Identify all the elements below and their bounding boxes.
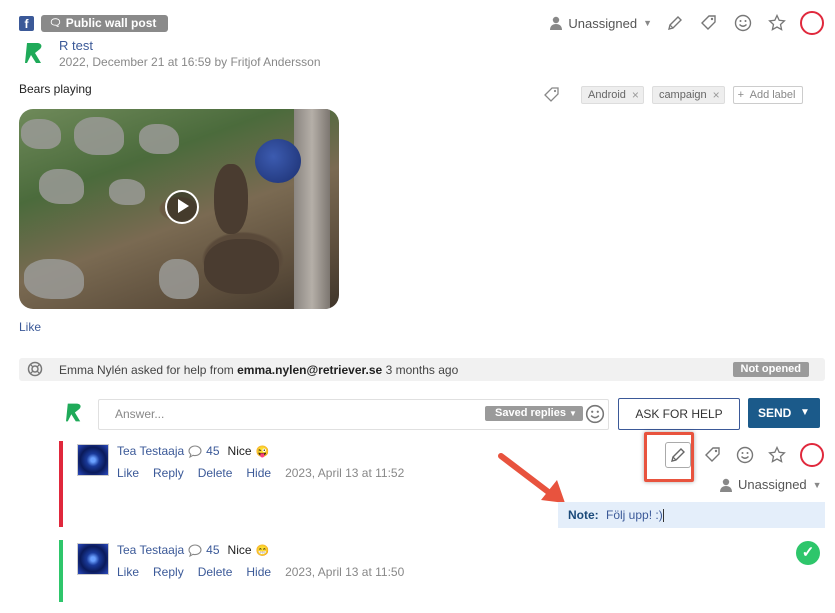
answer-input[interactable]: Answer... Saved replies ▼	[98, 399, 609, 430]
star-icon[interactable]	[768, 446, 786, 464]
caret-down-icon: ▼	[812, 479, 822, 490]
send-button[interactable]: SEND ▼	[748, 398, 820, 428]
page-name[interactable]: R test	[59, 38, 93, 53]
post-type-badge: 🗨 Public wall post	[41, 15, 169, 32]
status-circle-icon[interactable]	[800, 11, 824, 35]
comment-author[interactable]: Tea Testaaja	[117, 543, 184, 557]
comment-assignee-dropdown[interactable]: Unassigned ▼	[720, 477, 822, 492]
comment-time: 2023, April 13 at 11:50	[285, 565, 405, 579]
like-link[interactable]: Like	[117, 565, 139, 579]
user-icon	[720, 478, 732, 492]
comment-actions: Like Reply Delete Hide 2023, April 13 at 11:…	[117, 466, 404, 480]
tag-icon[interactable]	[704, 446, 722, 464]
avatar[interactable]	[77, 444, 109, 476]
comment-count: 45	[206, 444, 220, 458]
saved-replies-dropdown[interactable]: Saved replies ▼	[485, 406, 583, 421]
comment-toolbar	[704, 443, 824, 467]
help-status-badge: Not opened	[732, 362, 809, 377]
scene-bear	[204, 239, 279, 294]
emoji-icon: 😜	[255, 445, 270, 458]
lifebuoy-icon	[27, 361, 43, 377]
star-icon[interactable]	[766, 12, 788, 34]
ask-for-help-button[interactable]: ASK FOR HELP	[618, 398, 740, 430]
facebook-icon: f	[19, 16, 34, 31]
user-icon	[550, 16, 563, 30]
edit-icon[interactable]	[664, 12, 686, 34]
comment-count-icon	[188, 543, 202, 557]
smiley-icon[interactable]	[732, 12, 754, 34]
plus-icon: +	[737, 89, 745, 101]
tag-icon	[544, 87, 559, 102]
scene-rock	[24, 259, 84, 299]
help-request-text: Emma Nylén asked for help from emma.nyle…	[59, 363, 459, 377]
add-label-button[interactable]: + Add label	[732, 86, 804, 104]
retriever-logo-icon	[25, 43, 42, 63]
label-chip[interactable]: Android ×	[581, 86, 644, 104]
note-box[interactable]: Note: Följ upp! :)	[558, 502, 825, 528]
note-text: Följ upp! :)	[606, 508, 663, 522]
scene-rock	[139, 124, 179, 154]
speech-bubble-icon: 🗨	[49, 18, 62, 29]
delete-link[interactable]: Delete	[198, 466, 233, 480]
scene-tree	[294, 109, 330, 309]
caret-down-icon: ▼	[569, 409, 577, 418]
status-bar	[59, 540, 63, 602]
caret-down-icon: ▼	[643, 18, 652, 28]
remove-label-icon[interactable]: ×	[713, 87, 720, 103]
remove-label-icon[interactable]: ×	[632, 87, 639, 103]
comment-count-icon	[188, 444, 202, 458]
labels-row: Android × campaign × + Add label	[543, 86, 804, 104]
avatar[interactable]	[77, 543, 109, 575]
status-circle-icon[interactable]	[800, 443, 824, 467]
reply-link[interactable]: Reply	[153, 565, 184, 579]
comment-author[interactable]: Tea Testaaja	[117, 444, 184, 458]
hide-link[interactable]: Hide	[246, 565, 271, 579]
post-meta: 2022, December 21 at 16:59 by Fritjof An…	[59, 55, 321, 69]
comment-text: Nice	[227, 444, 252, 458]
emoji-icon: 😁	[255, 544, 270, 557]
status-bar	[59, 441, 63, 527]
answer-placeholder: Answer...	[115, 407, 165, 421]
scene-rock	[39, 169, 84, 204]
emoji-picker-icon[interactable]	[585, 404, 605, 424]
highlight-annotation	[644, 432, 694, 482]
label-chip[interactable]: campaign ×	[651, 86, 725, 104]
like-link[interactable]: Like	[117, 466, 139, 480]
comment-header: Tea Testaaja 45 Nice 😁	[117, 543, 269, 557]
reply-link[interactable]: Reply	[153, 466, 184, 480]
comment-actions: Like Reply Delete Hide 2023, April 13 at 11:…	[117, 565, 404, 579]
post-like-link[interactable]: Like	[19, 320, 41, 334]
help-request-bar: Emma Nylén asked for help from emma.nyle…	[19, 358, 825, 381]
scene-rock	[74, 117, 124, 155]
hide-link[interactable]: Hide	[246, 466, 271, 480]
annotation-arrow-icon	[498, 453, 565, 503]
post-toolbar: Unassigned ▼	[550, 11, 824, 35]
retriever-logo-icon	[66, 403, 81, 422]
play-icon[interactable]	[165, 190, 199, 224]
smiley-icon[interactable]	[736, 446, 754, 464]
scene-rock	[21, 119, 61, 149]
scene-rock	[159, 259, 199, 299]
post-text: Bears playing	[19, 82, 92, 96]
comment-time: 2023, April 13 at 11:52	[285, 466, 405, 480]
video-thumbnail[interactable]	[19, 109, 339, 309]
tag-icon[interactable]	[698, 12, 720, 34]
comment-text: Nice	[227, 543, 252, 557]
note-label: Note:	[568, 508, 599, 522]
assignee-dropdown[interactable]: Unassigned ▼	[550, 16, 652, 31]
comment-header: Tea Testaaja 45 Nice 😜	[117, 444, 269, 458]
text-cursor	[662, 509, 664, 523]
caret-down-icon[interactable]: ▼	[800, 398, 810, 428]
scene-bear	[214, 164, 248, 234]
delete-link[interactable]: Delete	[198, 565, 233, 579]
check-icon[interactable]: ✓	[796, 541, 820, 565]
comment-count: 45	[206, 543, 220, 557]
scene-rock	[109, 179, 145, 205]
scene-ball	[255, 139, 301, 183]
